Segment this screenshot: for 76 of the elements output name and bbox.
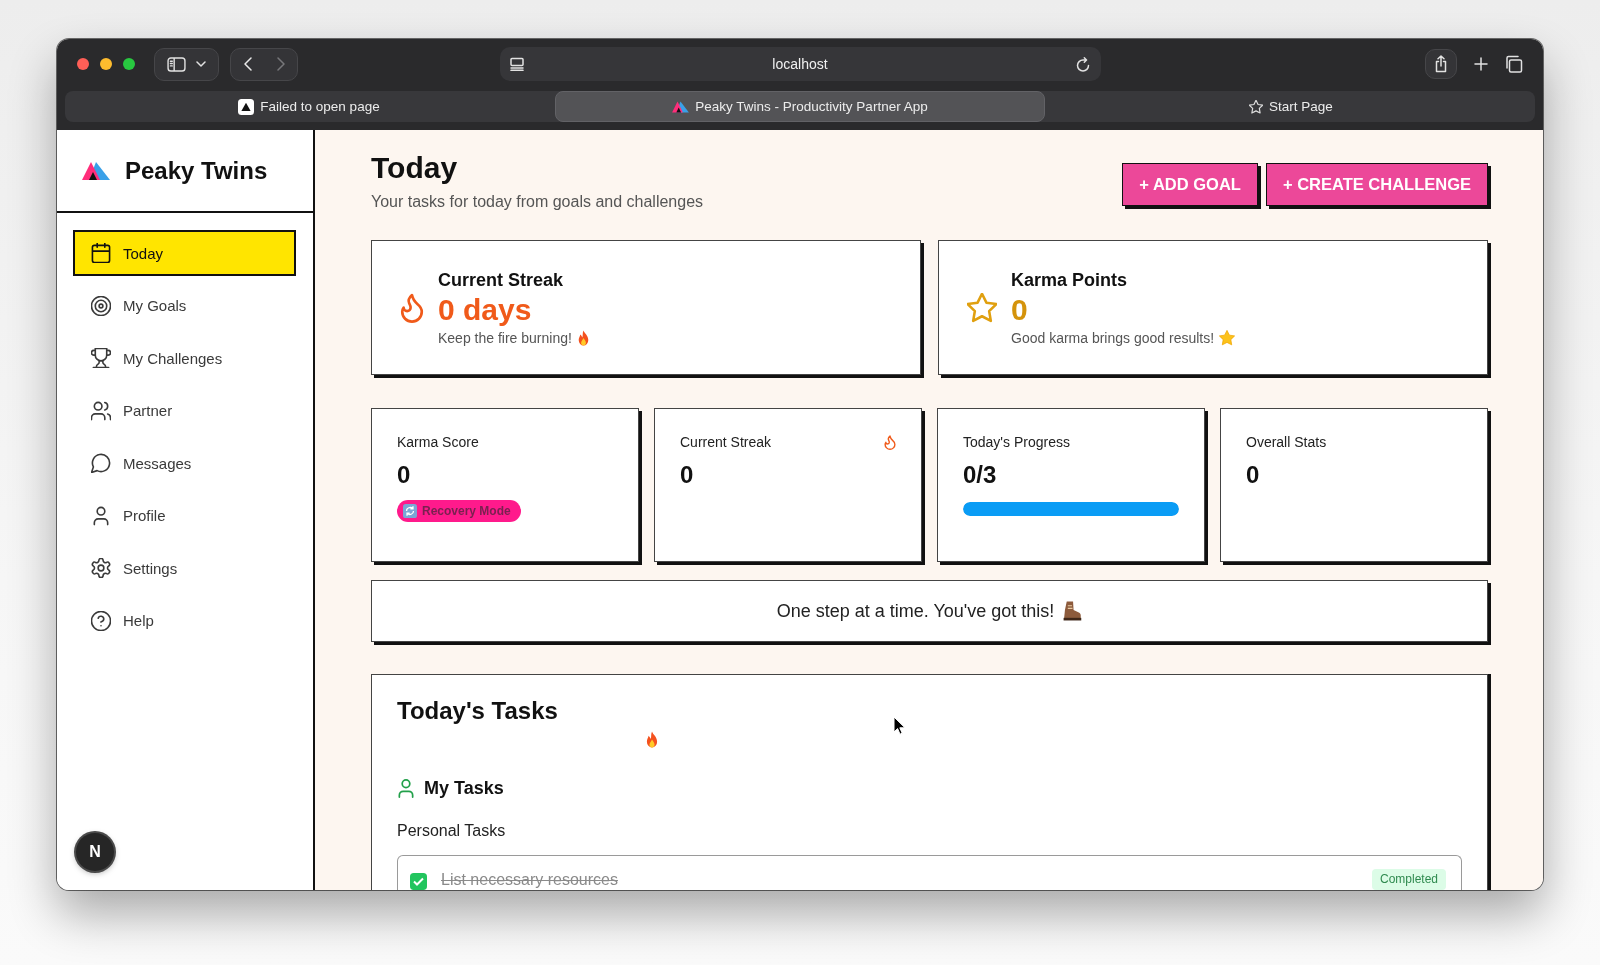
logo-icon — [672, 100, 690, 113]
card-title: Karma Points — [1011, 268, 1129, 292]
sidebar-item[interactable]: Messages — [73, 440, 296, 486]
chevron-left-icon — [243, 57, 252, 71]
sidebar-item[interactable]: Help — [73, 597, 296, 644]
flame-icon — [884, 434, 896, 450]
motivation-text: One step at a time. You've got this! — [776, 600, 1055, 622]
help-icon — [91, 610, 111, 631]
close-window-icon[interactable] — [77, 58, 89, 70]
chevron-right-icon — [276, 57, 285, 71]
group-title: My Tasks — [424, 777, 504, 799]
subgroup-title: Personal Tasks — [397, 821, 507, 841]
sidebar-toggle-button[interactable] — [154, 47, 219, 81]
task-title: List necessary resources — [441, 870, 619, 889]
star-icon — [1249, 99, 1264, 114]
create-challenge-button[interactable]: + CREATE CHALLENGE — [1265, 163, 1488, 206]
person-icon — [91, 505, 111, 526]
stat-value: 0/3 — [963, 460, 998, 490]
browser-tab[interactable]: Peaky Twins - Productivity Partner App — [555, 91, 1045, 122]
chevron-down-icon — [196, 61, 206, 67]
card-value: 0 — [1011, 291, 1029, 328]
avatar-button[interactable]: N — [76, 833, 114, 871]
sidebar-item[interactable]: Profile — [73, 492, 296, 539]
cursor-icon — [893, 716, 906, 736]
target-icon — [91, 295, 111, 316]
stat-value: 0 — [680, 460, 695, 490]
page-menu-icon[interactable] — [509, 57, 524, 71]
card-value: 0 days — [438, 291, 533, 328]
sidebar-item[interactable]: Today — [73, 230, 296, 276]
fire-icon — [645, 731, 659, 748]
page-title: Today — [371, 150, 459, 186]
star-icon — [1219, 329, 1236, 346]
browser-tab[interactable]: Failed to open page — [65, 91, 553, 122]
task-status: Completed — [1371, 869, 1446, 890]
share-button[interactable] — [1425, 49, 1457, 79]
sidebar-icon — [167, 56, 186, 72]
card-title: Current Streak — [438, 268, 565, 292]
person-icon — [397, 778, 415, 798]
flame-icon — [400, 292, 424, 323]
star-icon — [967, 292, 997, 323]
tabs-overview-icon[interactable] — [1505, 55, 1523, 73]
speech-bubble-icon — [91, 453, 111, 473]
stat-label: Overall Stats — [1246, 433, 1327, 452]
stat-value: 0 — [397, 460, 412, 490]
address-field[interactable]: localhost — [499, 47, 1101, 81]
settings-icon — [91, 558, 111, 578]
app-name: Peaky Twins — [125, 156, 268, 185]
zoom-window-icon[interactable] — [123, 58, 135, 70]
triangle-logo-icon — [238, 98, 255, 115]
reload-icon[interactable] — [1076, 56, 1091, 72]
add-goal-button[interactable]: + ADD GOAL — [1122, 163, 1258, 206]
boot-icon — [1062, 601, 1083, 621]
browser-tab[interactable]: Start Page — [1047, 91, 1535, 122]
page-subtitle: Your tasks for today from goals and challenges — [371, 192, 704, 212]
mode-label: Recovery Mode — [422, 504, 511, 518]
calendar-icon — [91, 243, 111, 263]
stat-label: Current Streak — [680, 433, 772, 452]
plus-icon[interactable] — [1474, 57, 1488, 71]
logo-icon — [82, 160, 110, 181]
stat-label: Karma Score — [397, 433, 479, 452]
trophy-icon — [91, 348, 111, 368]
task-checkbox[interactable] — [410, 873, 427, 890]
people-icon — [91, 400, 111, 421]
sidebar-item[interactable]: Settings — [73, 545, 296, 591]
section-title: Today's Tasks — [397, 696, 559, 726]
sidebar-item[interactable]: My Challenges — [73, 335, 296, 381]
card-note: Good karma brings good results! — [1011, 328, 1215, 348]
refresh-icon — [403, 504, 417, 518]
stat-value: 0 — [1246, 460, 1261, 490]
minimize-window-icon[interactable] — [100, 58, 112, 70]
card-note: Keep the fire burning! — [438, 328, 572, 348]
stat-label: Today's Progress — [963, 433, 1070, 452]
sidebar-item[interactable]: My Goals — [73, 282, 296, 329]
fire-icon — [576, 329, 590, 346]
sidebar-item[interactable]: Partner — [73, 387, 296, 434]
share-icon — [1434, 55, 1448, 73]
